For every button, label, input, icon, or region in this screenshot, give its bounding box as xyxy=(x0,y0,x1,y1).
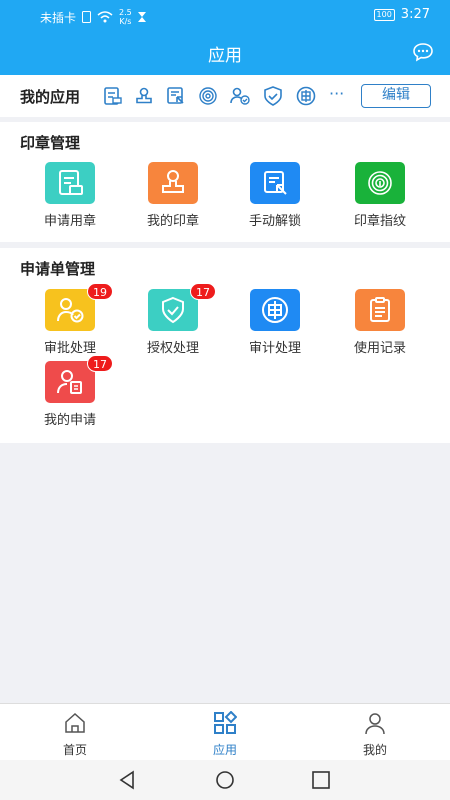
fingerprint-mini-icon[interactable] xyxy=(198,86,218,106)
tab-profile[interactable]: 我的 xyxy=(330,711,420,758)
apply-seal-mini-icon[interactable] xyxy=(103,86,123,106)
my-apps-bar: 我的应用 ··· 编辑 xyxy=(0,75,450,117)
bottom-tab-bar: 首页 应用 我的 xyxy=(0,703,450,760)
section-title: 申请单管理 xyxy=(20,260,96,278)
authorize-mini-icon[interactable] xyxy=(263,86,283,106)
badge-count: 17 xyxy=(190,283,216,300)
apply-seal-icon xyxy=(45,162,95,204)
home-icon xyxy=(65,712,85,733)
app-header: 未插卡 2.5 K/s 100 3:27 应用 xyxy=(0,0,450,75)
wifi-icon xyxy=(97,11,113,23)
tile-label: 审计处理 xyxy=(248,341,301,356)
recent-apps-icon[interactable] xyxy=(311,770,331,790)
profile-icon xyxy=(365,713,385,735)
my-application-tile[interactable]: 17 我的申请 xyxy=(20,355,120,428)
tab-label: 首页 xyxy=(62,743,87,757)
tab-label: 应用 xyxy=(212,743,237,757)
page-title: 应用 xyxy=(208,46,242,66)
badge-count: 19 xyxy=(87,283,113,300)
tab-apps[interactable]: 应用 xyxy=(180,710,270,758)
audit-mini-icon[interactable] xyxy=(296,86,316,106)
clock: 3:27 xyxy=(400,7,430,22)
back-icon[interactable] xyxy=(117,770,137,790)
fingerprint-icon xyxy=(355,162,405,204)
authorize-shield-icon: 17 xyxy=(148,283,216,331)
my-seal-tile[interactable]: 我的印章 xyxy=(123,162,223,229)
edit-button[interactable]: 编辑 xyxy=(361,84,431,108)
manual-unlock-icon xyxy=(250,162,300,204)
tile-label: 印章指纹 xyxy=(353,214,406,229)
home-circle-icon[interactable] xyxy=(215,770,235,790)
audit-icon xyxy=(250,289,300,331)
tab-home[interactable]: 首页 xyxy=(30,711,120,758)
network-speed: 2.5 K/s xyxy=(119,8,132,26)
approval-icon: 19 xyxy=(45,283,113,331)
tab-label: 我的 xyxy=(362,743,387,757)
system-nav-bar xyxy=(0,760,450,800)
more-apps-button[interactable]: ··· xyxy=(329,84,344,103)
authorize-tile[interactable]: 17 授权处理 xyxy=(123,283,223,356)
approval-mini-icon[interactable] xyxy=(230,86,250,106)
seal-management-section: 印章管理 申请用章 我的印章 手动解锁 印章指纹 xyxy=(0,122,450,242)
my-application-icon: 17 xyxy=(45,355,113,403)
battery-icon: 100 xyxy=(373,8,395,21)
my-seal-icon xyxy=(148,162,198,204)
my-seal-mini-icon[interactable] xyxy=(134,86,154,106)
section-title: 印章管理 xyxy=(20,134,81,152)
sim-icon xyxy=(82,11,92,23)
tile-label: 手动解锁 xyxy=(248,214,301,229)
tile-label: 我的印章 xyxy=(146,214,199,229)
hourglass-icon xyxy=(137,12,146,22)
my-apps-label: 我的应用 xyxy=(20,88,81,106)
seal-fingerprint-tile[interactable]: 印章指纹 xyxy=(330,162,430,229)
form-management-section: 申请单管理 19 审批处理 17 授权处理 审计处理 使用记录 17 我的申请 xyxy=(0,248,450,443)
carrier-text: 未插卡 xyxy=(40,10,77,25)
audit-tile[interactable]: 审计处理 xyxy=(225,289,325,356)
tile-label: 审批处理 xyxy=(43,341,96,356)
usage-record-tile[interactable]: 使用记录 xyxy=(330,289,430,356)
approval-tile[interactable]: 19 审批处理 xyxy=(20,283,120,356)
usage-record-icon xyxy=(355,289,405,331)
chat-icon[interactable] xyxy=(412,42,434,62)
manual-unlock-mini-icon[interactable] xyxy=(166,86,186,106)
tile-label: 使用记录 xyxy=(353,341,406,356)
apps-grid-icon xyxy=(214,710,238,734)
apply-seal-tile[interactable]: 申请用章 xyxy=(20,162,120,229)
tile-label: 我的申请 xyxy=(43,413,96,428)
tile-label: 申请用章 xyxy=(43,214,96,229)
manual-unlock-tile[interactable]: 手动解锁 xyxy=(225,162,325,229)
tile-label: 授权处理 xyxy=(146,341,199,356)
status-bar: 未插卡 2.5 K/s 100 3:27 xyxy=(0,0,450,30)
badge-count: 17 xyxy=(87,355,113,372)
